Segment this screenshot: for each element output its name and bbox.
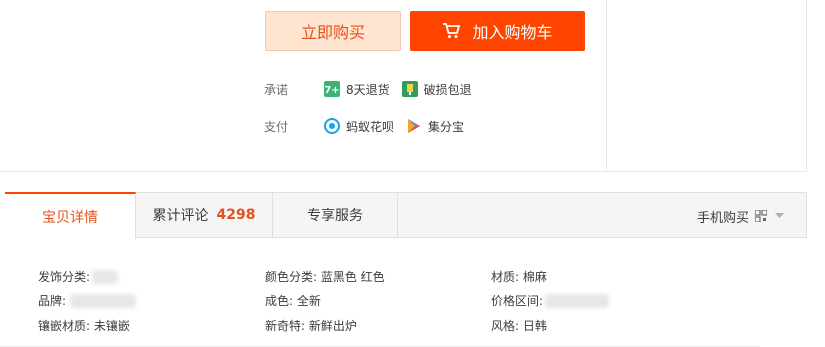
attr-material: 材质: 棉麻 bbox=[491, 270, 547, 284]
payment-row: 支付 蚂蚁花呗 集分宝 bbox=[264, 116, 476, 136]
tab-details[interactable]: 宝贝详情 bbox=[5, 192, 136, 239]
return-8days-icon: 7+ bbox=[324, 81, 340, 97]
jifenbao-icon bbox=[406, 118, 422, 134]
mobile-buy-label: 手机购买 bbox=[696, 210, 749, 226]
promise-row: 承诺 7+ 8天退货 破损包退 bbox=[264, 79, 484, 99]
huabei-link[interactable]: 蚂蚁花呗 bbox=[324, 118, 394, 135]
return-8days-text: 8天退货 bbox=[346, 82, 390, 97]
buy-now-button[interactable]: 立即购买 bbox=[265, 11, 401, 51]
damage-return-text: 破损包退 bbox=[423, 82, 472, 97]
svg-text:7+: 7+ bbox=[324, 85, 339, 96]
blurred-value bbox=[70, 293, 137, 308]
attr-text: 品牌: bbox=[38, 294, 67, 308]
attr-price-range: 价格区间: bbox=[491, 292, 610, 309]
attr-novelty: 新奇特: 新鲜出炉 bbox=[265, 319, 357, 333]
blurred-value bbox=[92, 269, 119, 284]
attr-text: 价格区间: bbox=[491, 294, 544, 308]
add-to-cart-label: 加入购物车 bbox=[472, 23, 553, 42]
damage-return-icon bbox=[401, 81, 418, 97]
tab-reviews[interactable]: 累计评论 4298 bbox=[136, 192, 273, 238]
divider bbox=[606, 0, 607, 172]
damage-return-link[interactable]: 破损包退 bbox=[401, 81, 472, 98]
promise-label: 承诺 bbox=[264, 82, 289, 97]
blurred-value bbox=[545, 293, 610, 308]
jifenbao-link[interactable]: 集分宝 bbox=[406, 118, 464, 135]
mobile-buy-button[interactable]: 手机购买 bbox=[697, 193, 784, 239]
attr-inlay-material: 镶嵌材质: 未镶嵌 bbox=[38, 319, 130, 333]
jifenbao-text: 集分宝 bbox=[428, 119, 465, 134]
qr-code-icon bbox=[755, 210, 767, 222]
review-count: 4298 bbox=[216, 207, 256, 223]
divider bbox=[806, 0, 807, 172]
tab-reviews-label: 累计评论 bbox=[152, 208, 209, 224]
detail-tab-bar: 宝贝详情 累计评论 4298 专享服务 手机购买 bbox=[5, 192, 807, 239]
attr-text: 发饰分类: bbox=[38, 270, 91, 284]
add-to-cart-button[interactable]: 加入购物车 bbox=[410, 11, 585, 51]
attr-brand: 品牌: bbox=[38, 292, 137, 309]
cart-icon bbox=[442, 23, 461, 39]
return-8days-link[interactable]: 7+ 8天退货 bbox=[324, 81, 390, 98]
huabei-text: 蚂蚁花呗 bbox=[346, 119, 395, 134]
payment-label: 支付 bbox=[264, 119, 289, 134]
attr-color: 颜色分类: 蓝黑色 红色 bbox=[265, 270, 385, 284]
chevron-down-icon bbox=[775, 213, 784, 219]
tab-service[interactable]: 专享服务 bbox=[273, 192, 398, 238]
product-attributes: 发饰分类: 品牌: 镶嵌材质: 未镶嵌 颜色分类: 蓝黑色 红色 成色: 全新 … bbox=[0, 238, 807, 347]
huabei-icon bbox=[324, 118, 340, 134]
attr-style: 风格: 日韩 bbox=[491, 319, 547, 333]
attr-hair-accessory-type: 发饰分类: bbox=[38, 268, 119, 285]
purchase-panel: 立即购买 加入购物车 承诺 7+ 8天退货 破损包退 支付 蚂蚁花呗 集分宝 bbox=[0, 0, 807, 172]
attr-condition: 成色: 全新 bbox=[265, 294, 321, 308]
